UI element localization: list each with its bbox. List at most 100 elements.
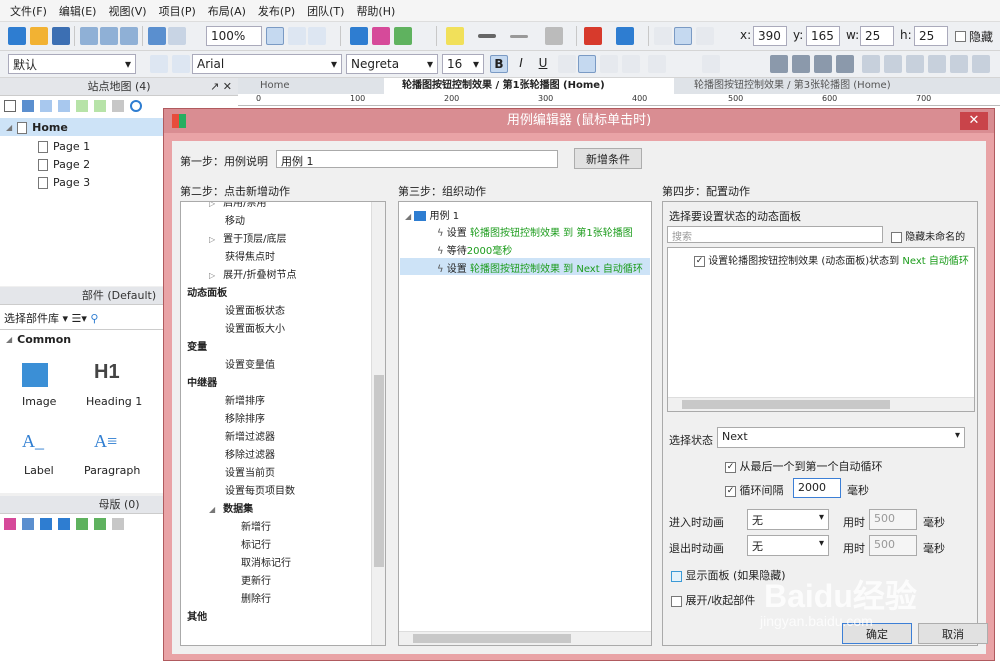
font-family-select[interactable]: Arial ▾: [192, 54, 342, 74]
paragraph-icon[interactable]: A≡: [94, 431, 117, 452]
action-item[interactable]: 设置当前页: [225, 464, 275, 479]
action-item[interactable]: 移动: [225, 212, 245, 227]
sitemap-home[interactable]: ◢ Home: [6, 121, 68, 134]
expand-collapse-checkbox[interactable]: 展开/收起部件: [671, 592, 755, 608]
action-item[interactable]: 设置变量值: [225, 356, 275, 371]
move-up-icon[interactable]: [40, 100, 52, 112]
master-up-icon[interactable]: [40, 518, 52, 530]
cut-icon[interactable]: [80, 27, 98, 45]
expand-arrow-icon[interactable]: ▷: [209, 202, 215, 208]
menu-item-3[interactable]: 项目(P): [153, 3, 202, 19]
panel-list-item[interactable]: ✓ 设置轮播图按钮控制效果 (动态面板)状态到 Next 自动循环: [694, 252, 969, 267]
action-row-1[interactable]: ϟ 设置 轮播图按钮控制效果 到 第1张轮播图: [437, 224, 633, 239]
justify-icon[interactable]: [622, 55, 640, 73]
loop-interval-input[interactable]: 2000: [793, 478, 841, 498]
style-editor-icon[interactable]: [150, 55, 168, 73]
close-button[interactable]: ✕: [960, 112, 988, 130]
h-input[interactable]: 25: [914, 26, 948, 46]
align-left-icon[interactable]: [558, 55, 576, 73]
font-size-select[interactable]: 16 ▾: [442, 54, 484, 74]
action-item[interactable]: ▷ 置于顶层/底层: [209, 230, 287, 245]
action-item[interactable]: ◢变量: [187, 338, 207, 353]
case-node[interactable]: ◢ 用例 1: [405, 207, 459, 222]
action-item[interactable]: 移除排序: [225, 410, 265, 425]
expand-arrow-icon[interactable]: ▷: [209, 271, 215, 280]
connector-pointer-icon[interactable]: [288, 27, 306, 45]
action-list-scrollbar[interactable]: [371, 202, 385, 645]
action-row-3[interactable]: ϟ 设置 轮播图按钮控制效果 到 Next 自动循环: [437, 260, 643, 275]
sitemap-page-3[interactable]: Page 3: [38, 176, 90, 189]
action-scroll-thumb[interactable]: [374, 375, 384, 567]
open-folder-icon[interactable]: [30, 27, 48, 45]
preview-icon[interactable]: [350, 27, 368, 45]
publish-icon[interactable]: [372, 27, 390, 45]
lock-icon[interactable]: [928, 55, 946, 73]
action-item[interactable]: 新增排序: [225, 392, 265, 407]
align-middle-icon[interactable]: [674, 27, 692, 45]
hide-unnamed-checkbox[interactable]: 隐藏未命名的: [891, 228, 965, 243]
menu-item-4[interactable]: 布局(A): [202, 3, 252, 19]
action-item[interactable]: ▷ 启用/禁用: [209, 202, 267, 209]
unlock-icon[interactable]: [950, 55, 968, 73]
align-bottom-icon[interactable]: [696, 27, 714, 45]
action-item[interactable]: 更新行: [241, 572, 271, 587]
image-icon[interactable]: [22, 363, 48, 387]
panel-list-hscroll[interactable]: [668, 397, 974, 411]
add-condition-button[interactable]: 新增条件: [574, 148, 642, 169]
redo-icon[interactable]: [168, 27, 186, 45]
menu-item-6[interactable]: 团队(T): [301, 3, 350, 19]
distribute-v-icon[interactable]: [906, 55, 924, 73]
menu-item-2[interactable]: 视图(V): [102, 3, 152, 19]
action-item[interactable]: ◢ 数据集: [209, 500, 253, 515]
hidden-checkbox[interactable]: 隐藏: [955, 28, 993, 45]
enter-time-input[interactable]: 500: [869, 509, 917, 530]
menu-item-0[interactable]: 文件(F): [4, 3, 53, 19]
enter-anim-select[interactable]: 无: [747, 509, 829, 530]
group-icon[interactable]: [814, 55, 832, 73]
y-input[interactable]: 165: [806, 26, 840, 46]
label-icon[interactable]: A_: [22, 431, 44, 452]
widget-search-icon[interactable]: ⚲: [90, 312, 98, 325]
action-item[interactable]: ▷ 展开/折叠树节点: [209, 266, 297, 281]
menu-item-7[interactable]: 帮助(H): [350, 3, 401, 19]
share-icon[interactable]: [394, 27, 412, 45]
action-item[interactable]: 删除行: [241, 590, 271, 605]
tab-home[interactable]: Home: [242, 78, 382, 94]
master-down-icon[interactable]: [58, 518, 70, 530]
distribute-h-icon[interactable]: [884, 55, 902, 73]
tab-carousel-3[interactable]: 轮播图按钮控制效果 / 第3张轮播图 (Home): [676, 78, 976, 94]
exit-time-input[interactable]: 500: [869, 535, 917, 556]
bold-button[interactable]: B: [490, 55, 508, 73]
sitemap-page-1[interactable]: Page 1: [38, 140, 90, 153]
move-down-icon[interactable]: [58, 100, 70, 112]
zoom-select[interactable]: 100%: [206, 26, 262, 46]
action-item[interactable]: ◢其他: [187, 608, 207, 623]
padding-icon[interactable]: [702, 55, 720, 73]
align-objects-icon[interactable]: [862, 55, 880, 73]
search-icon[interactable]: [130, 100, 142, 112]
action-item[interactable]: 设置每页项目数: [225, 482, 295, 497]
select-pointer-icon[interactable]: [266, 27, 284, 45]
action-item[interactable]: 设置面板状态: [225, 302, 285, 317]
format-painter-icon[interactable]: [172, 55, 190, 73]
action-item[interactable]: ◢动态面板: [187, 284, 227, 299]
heading-icon[interactable]: H1: [94, 361, 120, 384]
action-item[interactable]: 取消标记行: [241, 554, 291, 569]
organized-hscroll-thumb[interactable]: [413, 634, 571, 643]
fill-color-icon[interactable]: [446, 27, 464, 45]
line-weight-icon[interactable]: [478, 34, 496, 38]
panel-search-input[interactable]: 搜索: [667, 226, 883, 243]
action-row-2[interactable]: ϟ 等待2000毫秒: [437, 242, 512, 257]
send-back-icon[interactable]: [792, 55, 810, 73]
add-page-icon[interactable]: [4, 100, 16, 112]
master-indent-icon[interactable]: [76, 518, 88, 530]
expand-arrow-icon[interactable]: ▷: [209, 235, 215, 244]
panel-list-hscroll-thumb[interactable]: [682, 400, 890, 409]
delete-page-icon[interactable]: [112, 100, 124, 112]
line-style-icon[interactable]: [510, 35, 528, 38]
master-outdent-icon[interactable]: [94, 518, 106, 530]
align-right-icon[interactable]: [600, 55, 618, 73]
sitemap-page-2[interactable]: Page 2: [38, 158, 90, 171]
action-item[interactable]: 标记行: [241, 536, 271, 551]
widget-library-select[interactable]: 选择部件库 ▾ ☰▾ ⚲: [4, 310, 98, 326]
